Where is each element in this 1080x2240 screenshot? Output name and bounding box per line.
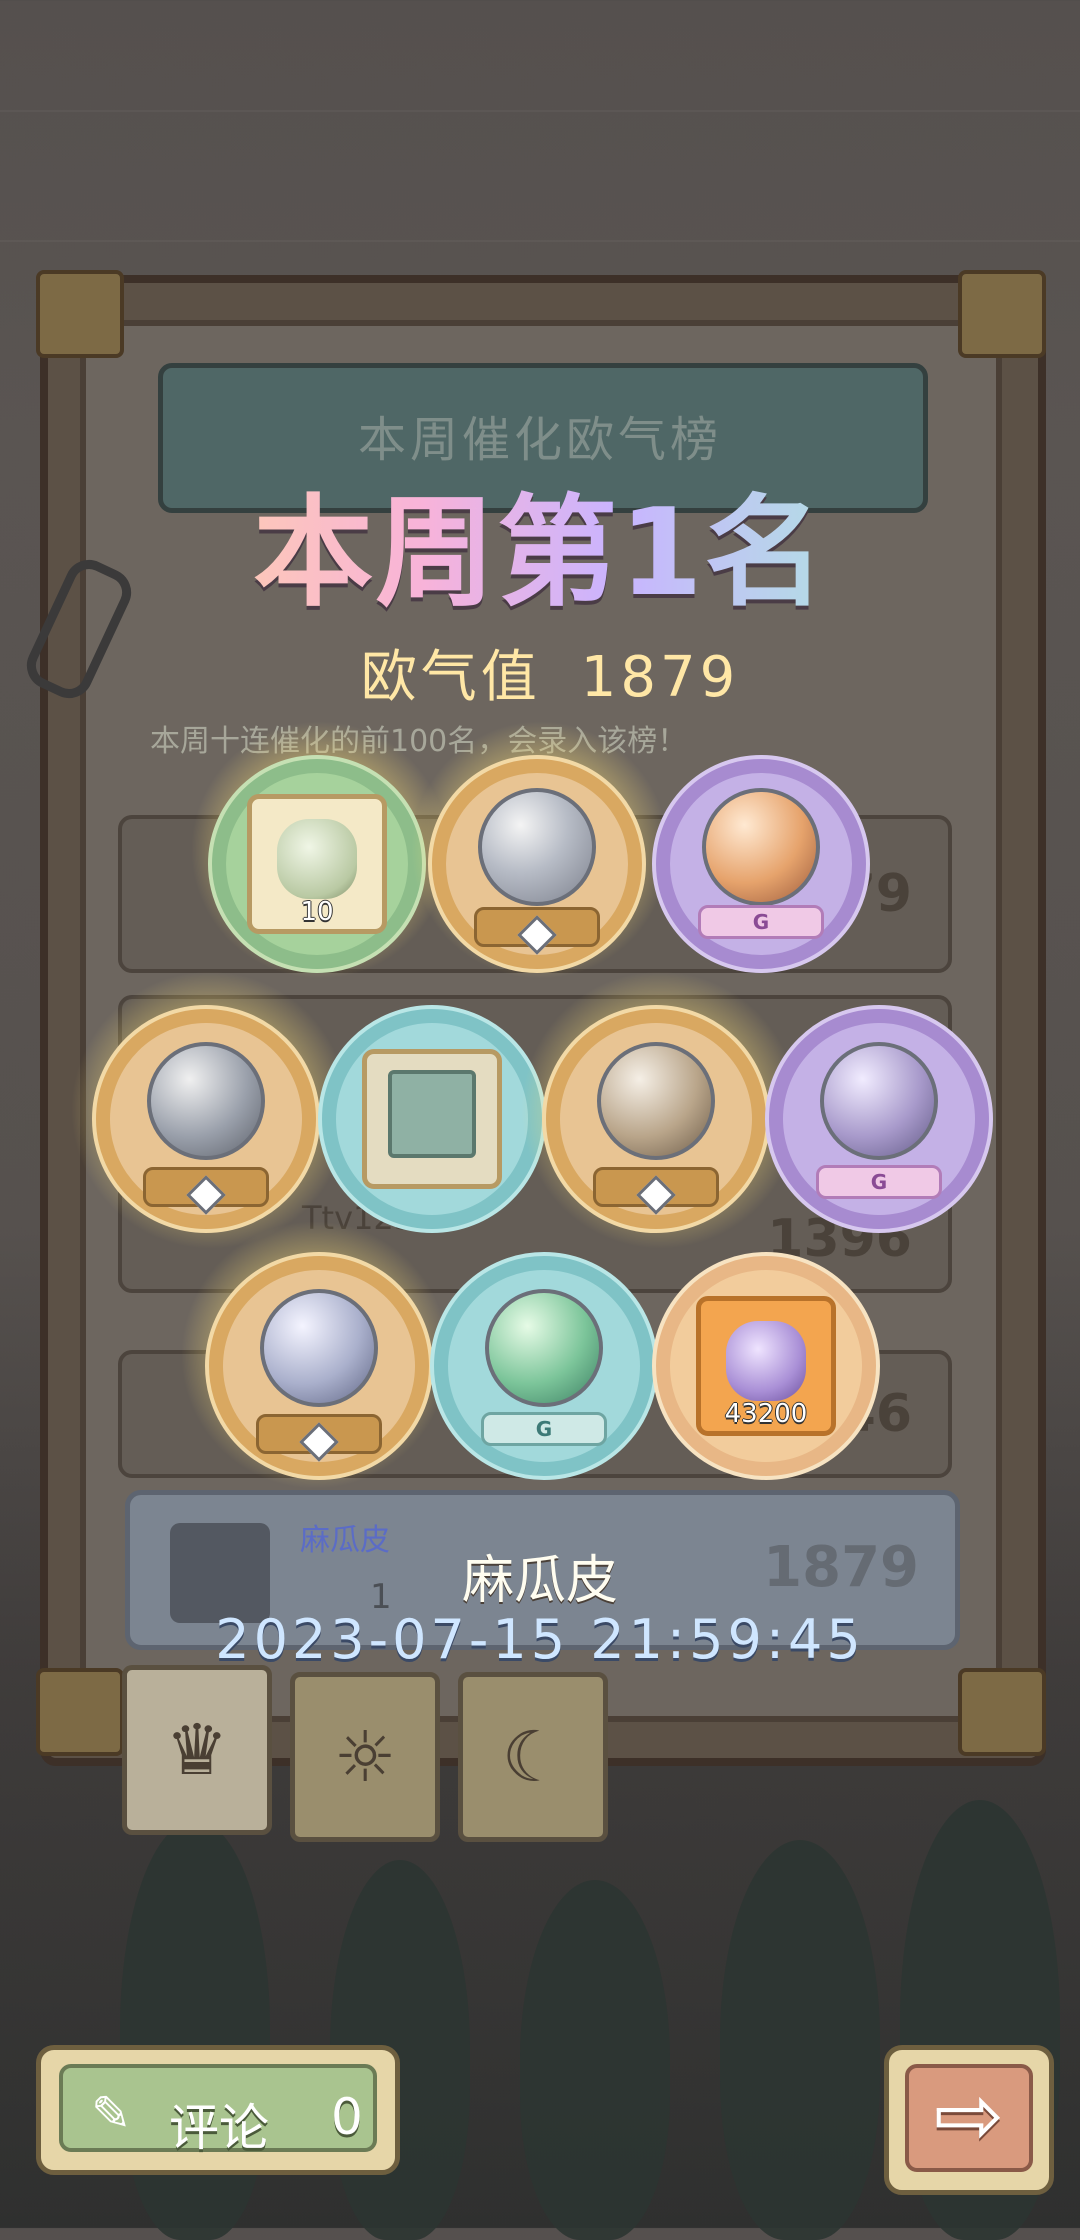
- my-row-score: 1879: [763, 1535, 919, 1600]
- reward-count: 43200: [724, 1399, 808, 1429]
- monster-icon: [478, 788, 596, 907]
- monster-icon: [597, 1042, 715, 1161]
- quill-icon: ✎: [91, 2086, 132, 2142]
- monster-icon: [260, 1289, 378, 1408]
- reward-snake-orb: G: [430, 1252, 658, 1480]
- reward-monster-orb: G: [652, 755, 870, 973]
- reward-monster-orb: [542, 1005, 770, 1233]
- monster-icon: [147, 1042, 265, 1161]
- egg-card: 10: [247, 794, 387, 934]
- comment-label: 评论: [169, 2099, 269, 2157]
- g-badge: G: [481, 1412, 607, 1446]
- rank-title: 本周第1名: [150, 455, 930, 629]
- reward-egg-card: 10: [208, 755, 426, 973]
- reward-count: 10: [300, 897, 334, 927]
- monster-icon: [702, 788, 820, 907]
- board-bracket-bottom-right: [958, 1668, 1046, 1756]
- moon-icon: ☾: [501, 1716, 565, 1798]
- luck-value: 1879: [580, 645, 740, 710]
- purple-egg-card: 43200: [696, 1296, 836, 1436]
- board-bracket-top-left: [36, 270, 124, 358]
- next-button[interactable]: ⇨: [884, 2045, 1054, 2195]
- player-name: 麻瓜皮: [461, 1551, 618, 1611]
- tab-moon[interactable]: ☾: [458, 1672, 608, 1842]
- egg-icon: [277, 818, 357, 899]
- reward-monster-orb: [92, 1005, 320, 1233]
- snake-icon: [485, 1289, 603, 1408]
- comment-button[interactable]: ✎ 评论 0: [36, 2045, 400, 2175]
- comment-count: 0: [331, 2088, 363, 2146]
- g-badge: G: [698, 905, 824, 939]
- luck-line: 欧气值 1879: [320, 632, 780, 713]
- purple-egg-icon: [726, 1320, 806, 1401]
- sun-icon: ☼: [333, 1716, 397, 1798]
- board-bracket-top-right: [958, 270, 1046, 358]
- luck-label: 欧气值: [360, 645, 541, 710]
- my-row-name: 麻瓜皮: [300, 1523, 390, 1558]
- timestamp: 2023-07-15 21:59:45: [215, 1608, 865, 1671]
- reward-scroll-card: [318, 1005, 546, 1233]
- reward-purple-egg-card: 43200: [652, 1252, 880, 1480]
- reward-monster-orb: [428, 755, 646, 973]
- reward-monster-orb: [205, 1252, 433, 1480]
- tab-sun[interactable]: ☼: [290, 1672, 440, 1842]
- board-bracket-bottom-left: [36, 1668, 124, 1756]
- scroll-icon: [388, 1069, 476, 1158]
- scroll-card: [362, 1049, 502, 1189]
- arrow-right-icon: ⇨: [933, 2066, 1005, 2165]
- monster-icon: [820, 1042, 938, 1161]
- g-badge: G: [816, 1165, 942, 1199]
- crown-icon: ♛: [165, 1709, 229, 1791]
- reward-monster-orb: G: [765, 1005, 993, 1233]
- tab-weekly[interactable]: ♛: [122, 1665, 272, 1835]
